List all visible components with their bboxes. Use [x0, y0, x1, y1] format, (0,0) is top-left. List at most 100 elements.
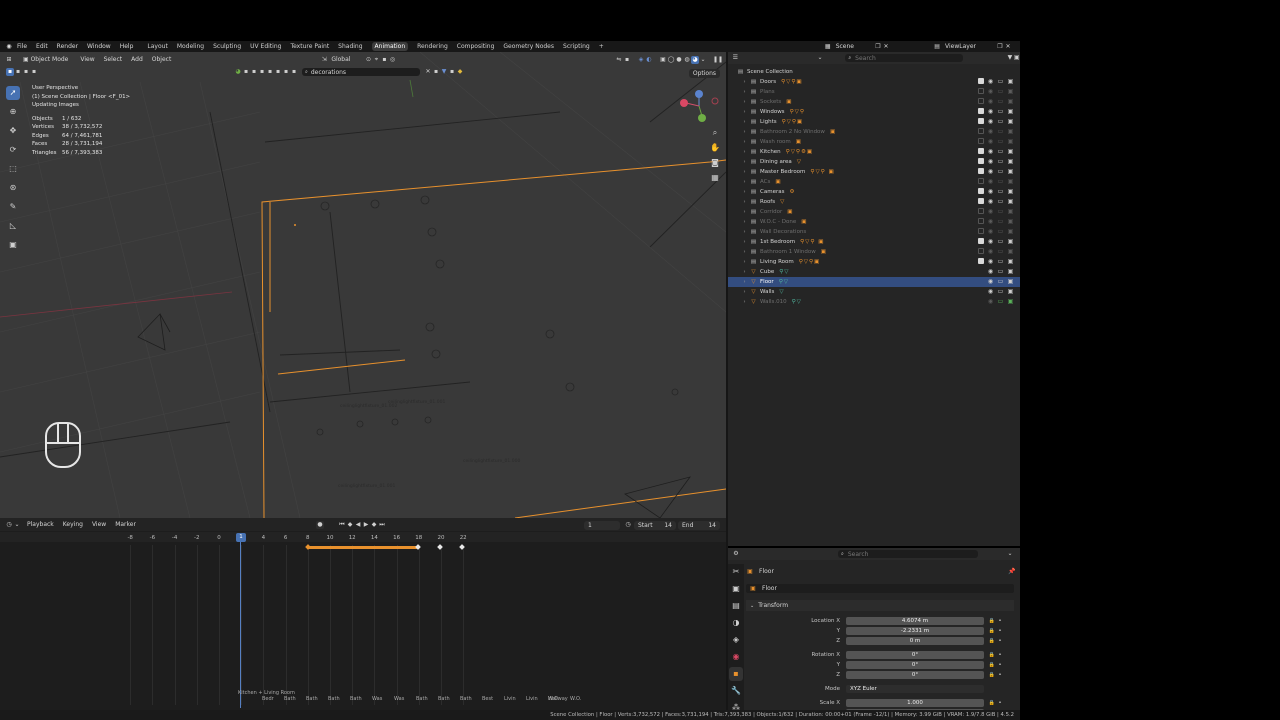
expand-arrow-icon[interactable]: › — [740, 99, 749, 105]
expand-arrow-icon[interactable]: › — [740, 179, 749, 185]
expand-arrow-icon[interactable]: › — [740, 129, 749, 135]
eye-icon[interactable]: ◉ — [987, 128, 994, 135]
annotate-tool-icon[interactable]: ✎ — [6, 200, 20, 214]
sort-icon[interactable]: ▪ — [432, 68, 440, 76]
outliner-row[interactable]: › ▤ Bathroom 1 Window ▣ ◉ ▭ ▣ — [728, 247, 1020, 257]
view-layer-selector[interactable]: ViewLayer — [945, 43, 976, 50]
timeline-marker[interactable]: Bath — [328, 696, 340, 702]
outliner-editor-icon[interactable]: ☰ — [732, 54, 739, 62]
preview-range-icon[interactable]: ◷ — [624, 521, 632, 529]
expand-arrow-icon[interactable]: › — [740, 269, 749, 275]
cursor-tool-icon[interactable]: ⊕ — [6, 105, 20, 119]
exclude-checkbox[interactable] — [978, 198, 984, 204]
transform-field-value[interactable]: -2.2331 m — [846, 626, 984, 635]
options-button[interactable]: Options — [688, 69, 720, 78]
timeline-marker[interactable]: Bedr — [262, 696, 274, 702]
viewport-disable-icon[interactable]: ▭ — [997, 298, 1004, 305]
orientation-icon[interactable]: ⇲ — [320, 56, 328, 64]
menu-marker[interactable]: Marker — [115, 521, 136, 528]
exclude-checkbox[interactable] — [978, 158, 984, 164]
render-camera-icon[interactable]: ▣ — [1007, 128, 1014, 135]
lock-icon[interactable]: 🔒 — [987, 638, 997, 644]
viewport-search-field[interactable]: ⌕ decorations — [302, 68, 420, 76]
viewport-disable-icon[interactable]: ▭ — [997, 278, 1004, 285]
eye-icon[interactable]: ◉ — [987, 88, 994, 95]
exclude-checkbox[interactable] — [978, 248, 984, 254]
shading-options-icon[interactable]: ⌄ — [699, 56, 707, 64]
outliner-row[interactable]: › ▽ Walls.010 ⚲▽ ◉ ▭ ▣ — [728, 297, 1020, 307]
expand-arrow-icon[interactable]: › — [740, 79, 749, 85]
blender-logo-icon[interactable]: ◉ — [5, 43, 13, 51]
scale-tool-icon[interactable]: ⬚ — [6, 162, 20, 176]
filter-icon-6[interactable]: ▪ — [290, 68, 298, 76]
select-box-mode-icon[interactable]: ▪ — [6, 68, 14, 76]
pause-render-icon[interactable]: ❚❚ — [713, 56, 723, 64]
viewport-disable-icon[interactable]: ▭ — [997, 118, 1004, 125]
keyframe-range-bar[interactable] — [307, 546, 419, 549]
outliner-row[interactable]: › ▤ Wash room ▣ ◉ ▭ ▣ — [728, 137, 1020, 147]
outliner-row[interactable]: › ▤ Dining area ▽ ◉ ▭ ▣ — [728, 157, 1020, 167]
exclude-checkbox[interactable] — [978, 188, 984, 194]
remove-view-layer-icon[interactable]: ✕ — [1004, 43, 1012, 51]
render-camera-icon[interactable]: ▣ — [1007, 178, 1014, 185]
expand-arrow-icon[interactable]: › — [740, 239, 749, 245]
render-camera-icon[interactable]: ▣ — [1007, 88, 1014, 95]
eye-icon[interactable]: ◉ — [987, 248, 994, 255]
modifier-tab-icon[interactable]: 🔧 — [729, 684, 743, 698]
workspace-tab-sculpting[interactable]: Sculpting — [213, 43, 241, 50]
viewport-disable-icon[interactable]: ▭ — [997, 288, 1004, 295]
expand-arrow-icon[interactable]: › — [740, 119, 749, 125]
timeline-marker[interactable]: Bath — [306, 696, 318, 702]
current-frame-field[interactable]: 1 — [584, 520, 620, 530]
render-camera-icon[interactable]: ▣ — [1007, 188, 1014, 195]
move-tool-icon[interactable]: ✥ — [6, 124, 20, 138]
render-camera-icon[interactable]: ▣ — [1007, 218, 1014, 225]
zoom-icon[interactable]: ⌕ — [708, 126, 722, 140]
xray-icon[interactable]: ▣ — [659, 56, 667, 64]
new-collection-icon[interactable]: ▣ — [1013, 54, 1020, 62]
measure-tool-icon[interactable]: ◺ — [6, 219, 20, 233]
render-camera-icon[interactable]: ▣ — [1007, 168, 1014, 175]
lock-icon[interactable]: 🔒 — [987, 672, 997, 678]
viewport-disable-icon[interactable]: ▭ — [997, 178, 1004, 185]
display-mode-icon[interactable]: ⌄ — [817, 54, 824, 62]
render-camera-icon[interactable]: ▣ — [1007, 288, 1014, 295]
eye-icon[interactable]: ◉ — [987, 108, 994, 115]
keyframe-dot-icon[interactable]: • — [997, 618, 1003, 624]
scene-selector[interactable]: Scene — [836, 43, 854, 50]
menu-playback[interactable]: Playback — [27, 521, 54, 528]
transform-field-value[interactable]: 0° — [846, 670, 984, 679]
properties-search-field[interactable]: ⌕ Search — [838, 550, 978, 558]
filter-funnel-icon[interactable]: ▼ — [440, 68, 448, 76]
render-camera-icon[interactable]: ▣ — [1007, 238, 1014, 245]
exclude-checkbox[interactable] — [978, 208, 984, 214]
lock-icon[interactable]: 🔒 — [987, 628, 997, 634]
workspace-tab-scripting[interactable]: Scripting — [563, 43, 590, 50]
jump-start-icon[interactable]: ⏮ — [338, 521, 346, 529]
timeline-marker[interactable]: Livin — [526, 696, 538, 702]
playhead-handle[interactable]: 1 — [236, 533, 246, 542]
timeline-editor-icon[interactable]: ◷ — [5, 521, 13, 529]
eye-icon[interactable]: ◉ — [987, 228, 994, 235]
perspective-toggle-icon[interactable]: ▦ — [708, 171, 722, 185]
overlay-icon[interactable]: ◐ — [645, 56, 653, 64]
keyframe-dot-icon[interactable]: • — [997, 700, 1003, 706]
expand-arrow-icon[interactable]: › — [740, 139, 749, 145]
viewport-disable-icon[interactable]: ▭ — [997, 138, 1004, 145]
filter-icon-3[interactable]: ▪ — [266, 68, 274, 76]
prev-keyframe-icon[interactable]: ◆ — [346, 521, 354, 529]
next-keyframe-icon[interactable]: ◆ — [370, 521, 378, 529]
menu-add[interactable]: Add — [131, 56, 143, 63]
exclude-checkbox[interactable] — [978, 238, 984, 244]
menu-keying[interactable]: Keying — [63, 521, 83, 528]
scene-collection-row[interactable]: ▤ Scene Collection — [728, 67, 1020, 77]
viewport-disable-icon[interactable]: ▭ — [997, 198, 1004, 205]
bell-icon[interactable]: ◆ — [456, 68, 464, 76]
render-camera-icon[interactable]: ▣ — [1007, 108, 1014, 115]
exclude-checkbox[interactable] — [978, 178, 984, 184]
filter-funnel-icon[interactable]: ▼ — [1007, 54, 1014, 62]
copy-view-layer-icon[interactable]: ❐ — [996, 43, 1004, 51]
viewport-disable-icon[interactable]: ▭ — [997, 128, 1004, 135]
visibility-filter-icon[interactable]: ▪ — [242, 68, 250, 76]
viewport-disable-icon[interactable]: ▭ — [997, 168, 1004, 175]
